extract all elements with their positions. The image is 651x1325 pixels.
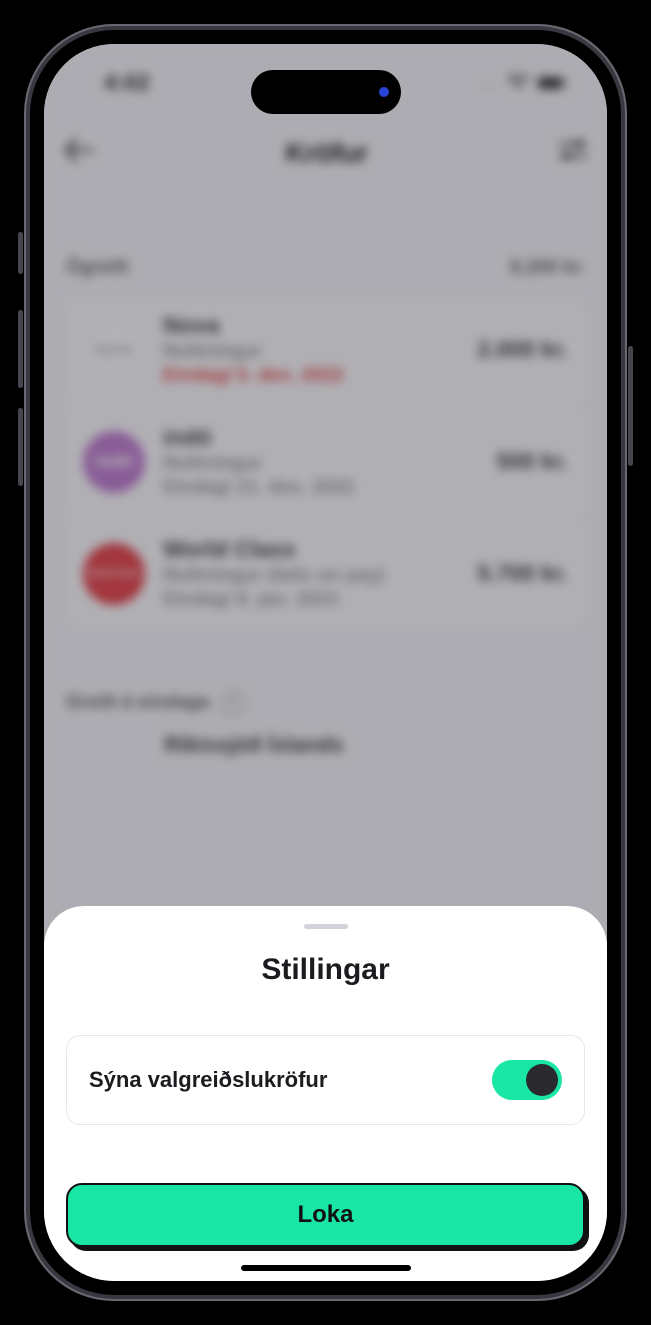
setting-row-optional-claims: Sýna valgreiðslukröfur [66,1035,585,1125]
sheet-title: Stillingar [66,953,585,987]
setting-label: Sýna valgreiðslukröfur [89,1067,327,1093]
close-button-label: Loka [297,1201,353,1229]
settings-sheet: Stillingar Sýna valgreiðslukröfur Loka [44,906,607,1281]
sheet-grabber[interactable] [304,924,348,929]
home-indicator[interactable] [241,1265,411,1271]
close-button[interactable]: Loka [66,1183,585,1247]
toggle-show-optional[interactable] [492,1060,562,1100]
dynamic-island [251,70,401,114]
toggle-knob [526,1064,558,1096]
